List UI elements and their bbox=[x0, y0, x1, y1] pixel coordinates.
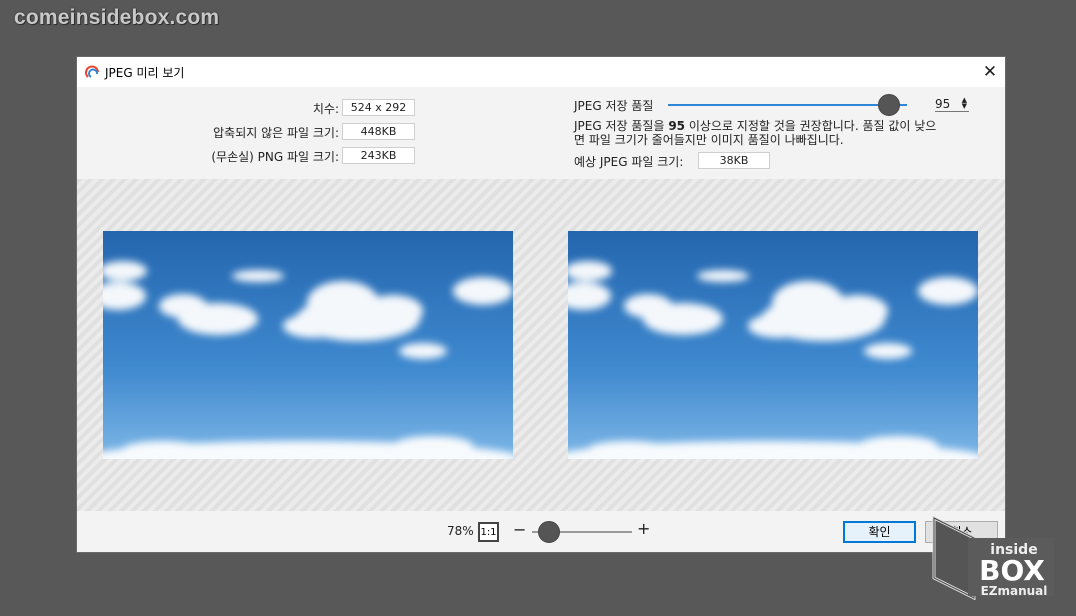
dimensions-value: 524 x 292 bbox=[342, 99, 415, 116]
close-button[interactable]: ✕ bbox=[975, 57, 1005, 87]
original-image-preview bbox=[103, 231, 513, 459]
logo-text-box: BOX bbox=[979, 554, 1045, 587]
hint-recommended-value: 95 bbox=[668, 119, 686, 133]
ok-button[interactable]: 확인 bbox=[843, 521, 916, 543]
quality-hint: JPEG 저장 품질을 95 이상으로 지정할 것을 권장합니다. 품질 값이 … bbox=[574, 119, 969, 147]
hint-text-1: JPEG 저장 품질을 bbox=[574, 119, 669, 133]
quality-slider-track[interactable] bbox=[668, 104, 907, 106]
quality-label: JPEG 저장 품질 bbox=[574, 99, 654, 113]
estimated-size-value: 38KB bbox=[698, 152, 770, 169]
preview-area bbox=[77, 179, 1005, 511]
zoom-percent: 78% bbox=[447, 524, 474, 538]
jpeg-preview-dialog: JPEG 미리 보기 ✕ 치수: 524 x 292 압축되지 않은 파일 크기… bbox=[76, 56, 1006, 553]
hint-text-3: 면 파일 크기가 줄어들지만 이미지 품질이 나빠집니다. bbox=[574, 133, 844, 147]
zoom-slider-thumb[interactable] bbox=[538, 521, 560, 543]
quality-spinbox[interactable]: 95 ▲ ▼ bbox=[935, 97, 969, 112]
png-size-label: (무손실) PNG 파일 크기: bbox=[211, 150, 339, 164]
watermark-site-text: comeinsidebox.com bbox=[14, 6, 220, 29]
uncompressed-size-value: 448KB bbox=[342, 123, 415, 140]
spin-arrows-icon[interactable]: ▲ ▼ bbox=[962, 97, 967, 110]
zoom-in-button[interactable]: + bbox=[637, 519, 650, 538]
dimensions-label: 치수: bbox=[312, 102, 339, 116]
jpeg-image-preview bbox=[568, 231, 978, 459]
quality-slider-thumb[interactable] bbox=[878, 94, 901, 116]
logo-text-ezmanual: EZmanual bbox=[981, 584, 1048, 598]
dialog-title: JPEG 미리 보기 bbox=[105, 66, 185, 80]
quality-value: 95 bbox=[935, 97, 951, 111]
uncompressed-size-label: 압축되지 않은 파일 크기: bbox=[213, 126, 339, 140]
hint-text-2: 이상으로 지정할 것을 권장합니다. 품질 값이 낮으 bbox=[685, 119, 937, 133]
estimated-size-label: 예상 JPEG 파일 크기: bbox=[574, 155, 684, 169]
zoom-out-button[interactable]: − bbox=[513, 520, 526, 539]
png-size-value: 243KB bbox=[342, 147, 415, 164]
insidebox-logo: inside BOX EZmanual bbox=[932, 516, 1054, 600]
app-logo-icon bbox=[85, 65, 99, 78]
bottom-toolbar: 78% 1:1 − + 확인 취소 bbox=[77, 511, 1005, 552]
title-bar: JPEG 미리 보기 ✕ bbox=[77, 57, 1005, 87]
actual-size-button[interactable]: 1:1 bbox=[478, 522, 499, 542]
